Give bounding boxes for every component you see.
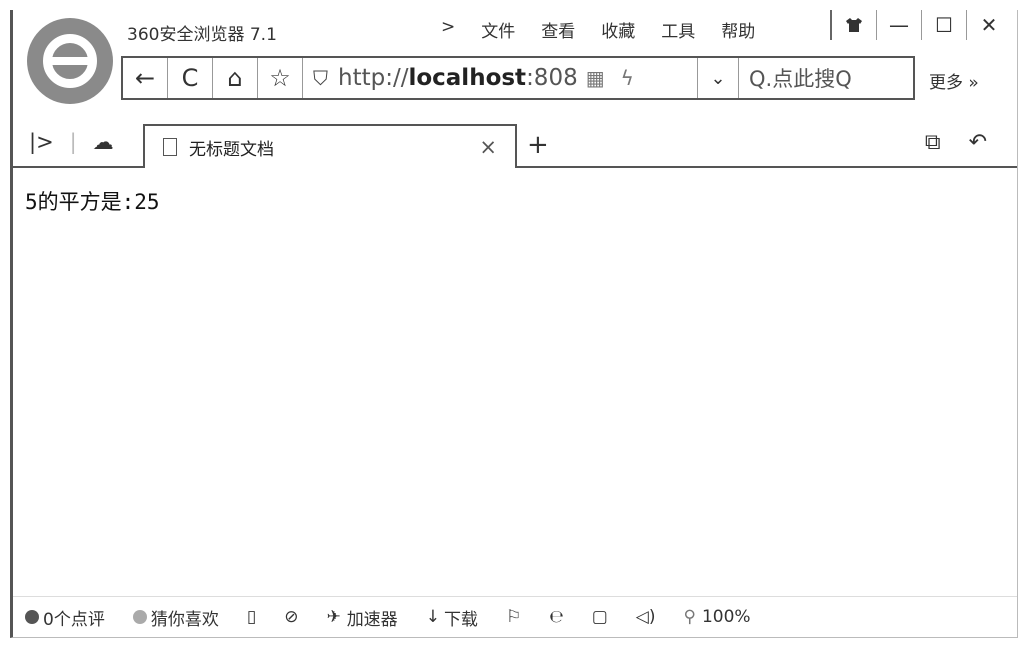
favorite-star-icon[interactable]: ☆	[258, 58, 303, 98]
page-content: 5的平方是:25	[25, 190, 160, 214]
menu-bar: > 文件 查看 收藏 工具 帮助	[441, 17, 781, 42]
accelerator-item[interactable]: ✈ 加速器	[326, 605, 397, 630]
document-icon	[163, 138, 177, 156]
address-prefix: http://	[338, 65, 409, 91]
tab-active[interactable]: 无标题文档 ×	[143, 124, 517, 168]
new-tab-button[interactable]: +	[527, 130, 549, 160]
status-bar: 0个点评 猜你喜欢 ▯ ⊘ ✈ 加速器 ↓ 下载 ⚐ ℮ ▢ ◁) ⚲ 100%	[13, 596, 1017, 637]
lightning-icon[interactable]: ϟ	[621, 66, 634, 90]
refresh-icon[interactable]: C	[168, 58, 213, 98]
minimize-icon[interactable]: —	[876, 10, 921, 40]
tab-title: 无标题文档	[189, 139, 274, 160]
back-icon[interactable]: ←	[123, 58, 168, 98]
menu-file[interactable]: 文件	[481, 17, 515, 42]
zoom-item[interactable]: ⚲ 100%	[684, 607, 751, 627]
tab-list-icon[interactable]: ⧉	[925, 130, 941, 155]
guess-item[interactable]: 猜你喜欢	[132, 605, 219, 630]
shield-icon: ⛉	[313, 66, 328, 90]
tab-side-controls: |> | ☁	[29, 130, 114, 154]
accelerator-label: 加速器	[346, 609, 398, 630]
address-host: localhost	[408, 65, 527, 91]
tab-right-controls: ⧉ ↶	[925, 130, 987, 155]
address-bar[interactable]: ⛉ http://localhost:808 ▦ ϟ	[303, 58, 698, 98]
nav-toolbar: ← C ⌂ ☆ ⛉ http://localhost:808 ▦ ϟ ⌄ Q.点…	[121, 56, 915, 100]
cloud-icon[interactable]: ☁	[93, 130, 114, 154]
address-suffix: :808	[526, 65, 578, 91]
menu-tools[interactable]: 工具	[661, 17, 695, 42]
ie-icon[interactable]: ℮	[549, 607, 564, 627]
title-area: 360安全浏览器 7.1 > 文件 查看 收藏 工具 帮助 — ☐ ✕ ← C …	[13, 10, 1017, 120]
volume-icon[interactable]: ◁)	[636, 607, 656, 627]
home-icon[interactable]: ⌂	[213, 58, 258, 98]
reviews-item[interactable]: 0个点评	[25, 605, 105, 630]
download-item[interactable]: ↓ 下载	[426, 605, 478, 630]
download-icon: ↓	[425, 607, 440, 627]
qrcode-icon[interactable]: ▦	[586, 66, 605, 90]
menu-expand[interactable]: >	[441, 17, 455, 42]
address-icons: ▦ ϟ	[578, 66, 642, 90]
flag-icon[interactable]: ⚐	[506, 607, 521, 627]
search-box[interactable]: Q.点此搜Q	[739, 58, 913, 98]
app-title: 360安全浏览器 7.1	[127, 25, 277, 45]
tab-close-icon[interactable]: ×	[479, 135, 497, 159]
tab-bar: |> | ☁ 无标题文档 × + ⧉ ↶	[13, 120, 1017, 168]
maximize-icon[interactable]: ☐	[921, 10, 966, 40]
apple-icon	[25, 610, 39, 624]
speed-icon[interactable]: ⊘	[284, 607, 298, 627]
window-controls: — ☐ ✕	[830, 10, 1011, 42]
skin-icon[interactable]	[830, 10, 876, 40]
download-label: 下载	[443, 609, 478, 630]
browser-logo-icon	[27, 18, 113, 104]
divider: |	[69, 130, 77, 154]
guess-dot-icon	[132, 610, 147, 624]
sidebar-toggle-icon[interactable]: |>	[29, 130, 54, 154]
mobile-icon[interactable]: ▯	[247, 607, 256, 627]
more-button[interactable]: 更多 »	[929, 68, 979, 93]
menu-favorites[interactable]: 收藏	[601, 17, 635, 42]
guess-label: 猜你喜欢	[150, 609, 219, 630]
chevron-down-icon[interactable]: ⌄	[698, 58, 739, 98]
browser-window: 360安全浏览器 7.1 > 文件 查看 收藏 工具 帮助 — ☐ ✕ ← C …	[10, 10, 1018, 638]
zoom-level: 100%	[701, 607, 751, 627]
menu-view[interactable]: 查看	[541, 17, 575, 42]
zoom-search-icon: ⚲	[683, 607, 696, 627]
rocket-icon: ✈	[326, 607, 341, 627]
reviews-label: 0个点评	[43, 609, 105, 630]
undo-close-icon[interactable]: ↶	[969, 130, 987, 155]
window-icon[interactable]: ▢	[592, 607, 608, 627]
menu-help[interactable]: 帮助	[721, 17, 755, 42]
close-icon[interactable]: ✕	[966, 10, 1011, 40]
